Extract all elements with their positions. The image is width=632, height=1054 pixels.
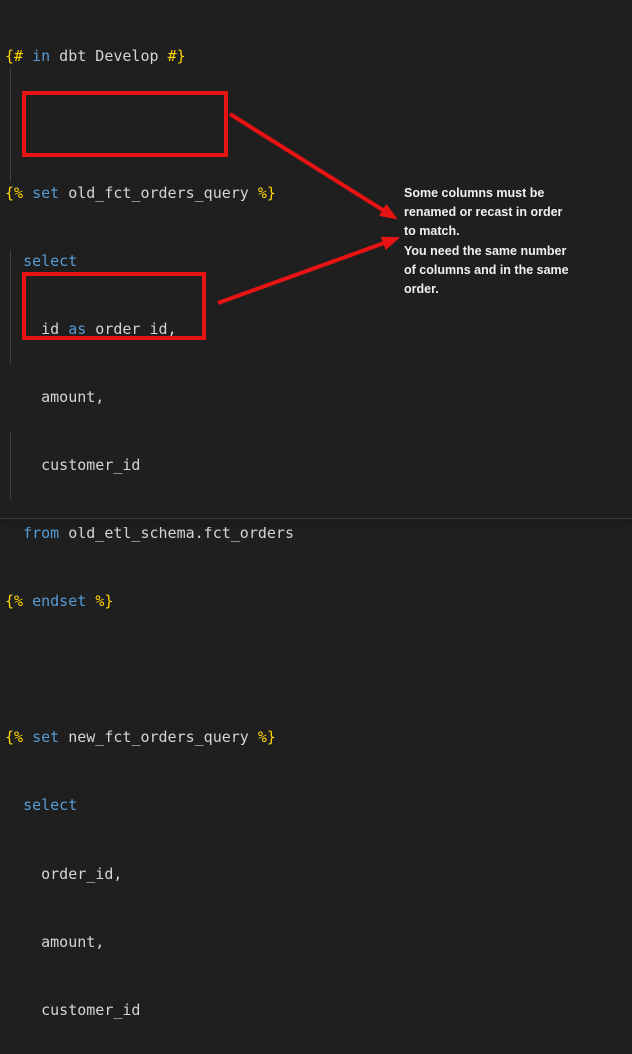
code-token: new_fct_orders_query — [59, 728, 258, 746]
code-line[interactable]: {# in dbt Develop #} — [5, 45, 303, 68]
note-line: to match. — [404, 222, 604, 241]
code-token: {% — [5, 728, 23, 746]
code-line[interactable]: {% set new_fct_orders_query %} — [5, 726, 303, 749]
code-token: {# — [5, 47, 23, 65]
code-token — [23, 728, 32, 746]
code-editor: {# in dbt Develop #} {% set old_fct_orde… — [0, 0, 632, 527]
code-token — [23, 184, 32, 202]
note-line: Some columns must be — [404, 184, 604, 203]
code-token: select — [23, 252, 77, 270]
code-token: amount, — [5, 388, 104, 406]
note-line: of columns and in the same — [404, 261, 604, 280]
code-token: as — [68, 320, 86, 338]
code-line[interactable]: {% set old_fct_orders_query %} — [5, 182, 303, 205]
note-line: renamed or recast in order — [404, 203, 604, 222]
code-token: customer_id — [5, 456, 140, 474]
code-token: %} — [258, 728, 276, 746]
code-line[interactable]: order_id, — [5, 863, 303, 886]
code-line[interactable]: amount, — [5, 386, 303, 409]
code-token — [5, 252, 23, 270]
code-token: %} — [258, 184, 276, 202]
code-area[interactable]: {# in dbt Develop #} {% set old_fct_orde… — [5, 0, 303, 1054]
code-line[interactable]: customer_id — [5, 999, 303, 1022]
annotation-note: Some columns must be renamed or recast i… — [404, 184, 604, 299]
code-token: old_fct_orders_query — [59, 184, 258, 202]
code-token: endset — [32, 592, 86, 610]
code-line[interactable]: {% endset %} — [5, 590, 303, 613]
code-token — [5, 796, 23, 814]
code-line[interactable]: customer_id — [5, 454, 303, 477]
code-token: customer_id — [5, 1001, 140, 1019]
code-token: id — [5, 320, 68, 338]
code-line[interactable]: select — [5, 250, 303, 273]
code-token — [23, 592, 32, 610]
code-token: dbt Develop — [50, 47, 167, 65]
code-token: set — [32, 728, 59, 746]
code-line[interactable] — [5, 658, 303, 681]
code-token: order_id, — [5, 865, 122, 883]
code-line[interactable] — [5, 114, 303, 137]
code-line[interactable]: id as order_id, — [5, 318, 303, 341]
code-token: %} — [95, 592, 113, 610]
code-token — [23, 47, 32, 65]
code-token: select — [23, 796, 77, 814]
code-line[interactable]: select — [5, 794, 303, 817]
code-token: #} — [168, 47, 186, 65]
code-line[interactable]: amount, — [5, 931, 303, 954]
code-token: order_id, — [86, 320, 176, 338]
window-bottom-edge — [0, 518, 632, 527]
code-token: {% — [5, 184, 23, 202]
code-token: in — [32, 47, 50, 65]
code-token: amount, — [5, 933, 104, 951]
code-token: {% — [5, 592, 23, 610]
code-token — [86, 592, 95, 610]
note-line: order. — [404, 280, 604, 299]
code-token: set — [32, 184, 59, 202]
note-line: You need the same number — [404, 242, 604, 261]
